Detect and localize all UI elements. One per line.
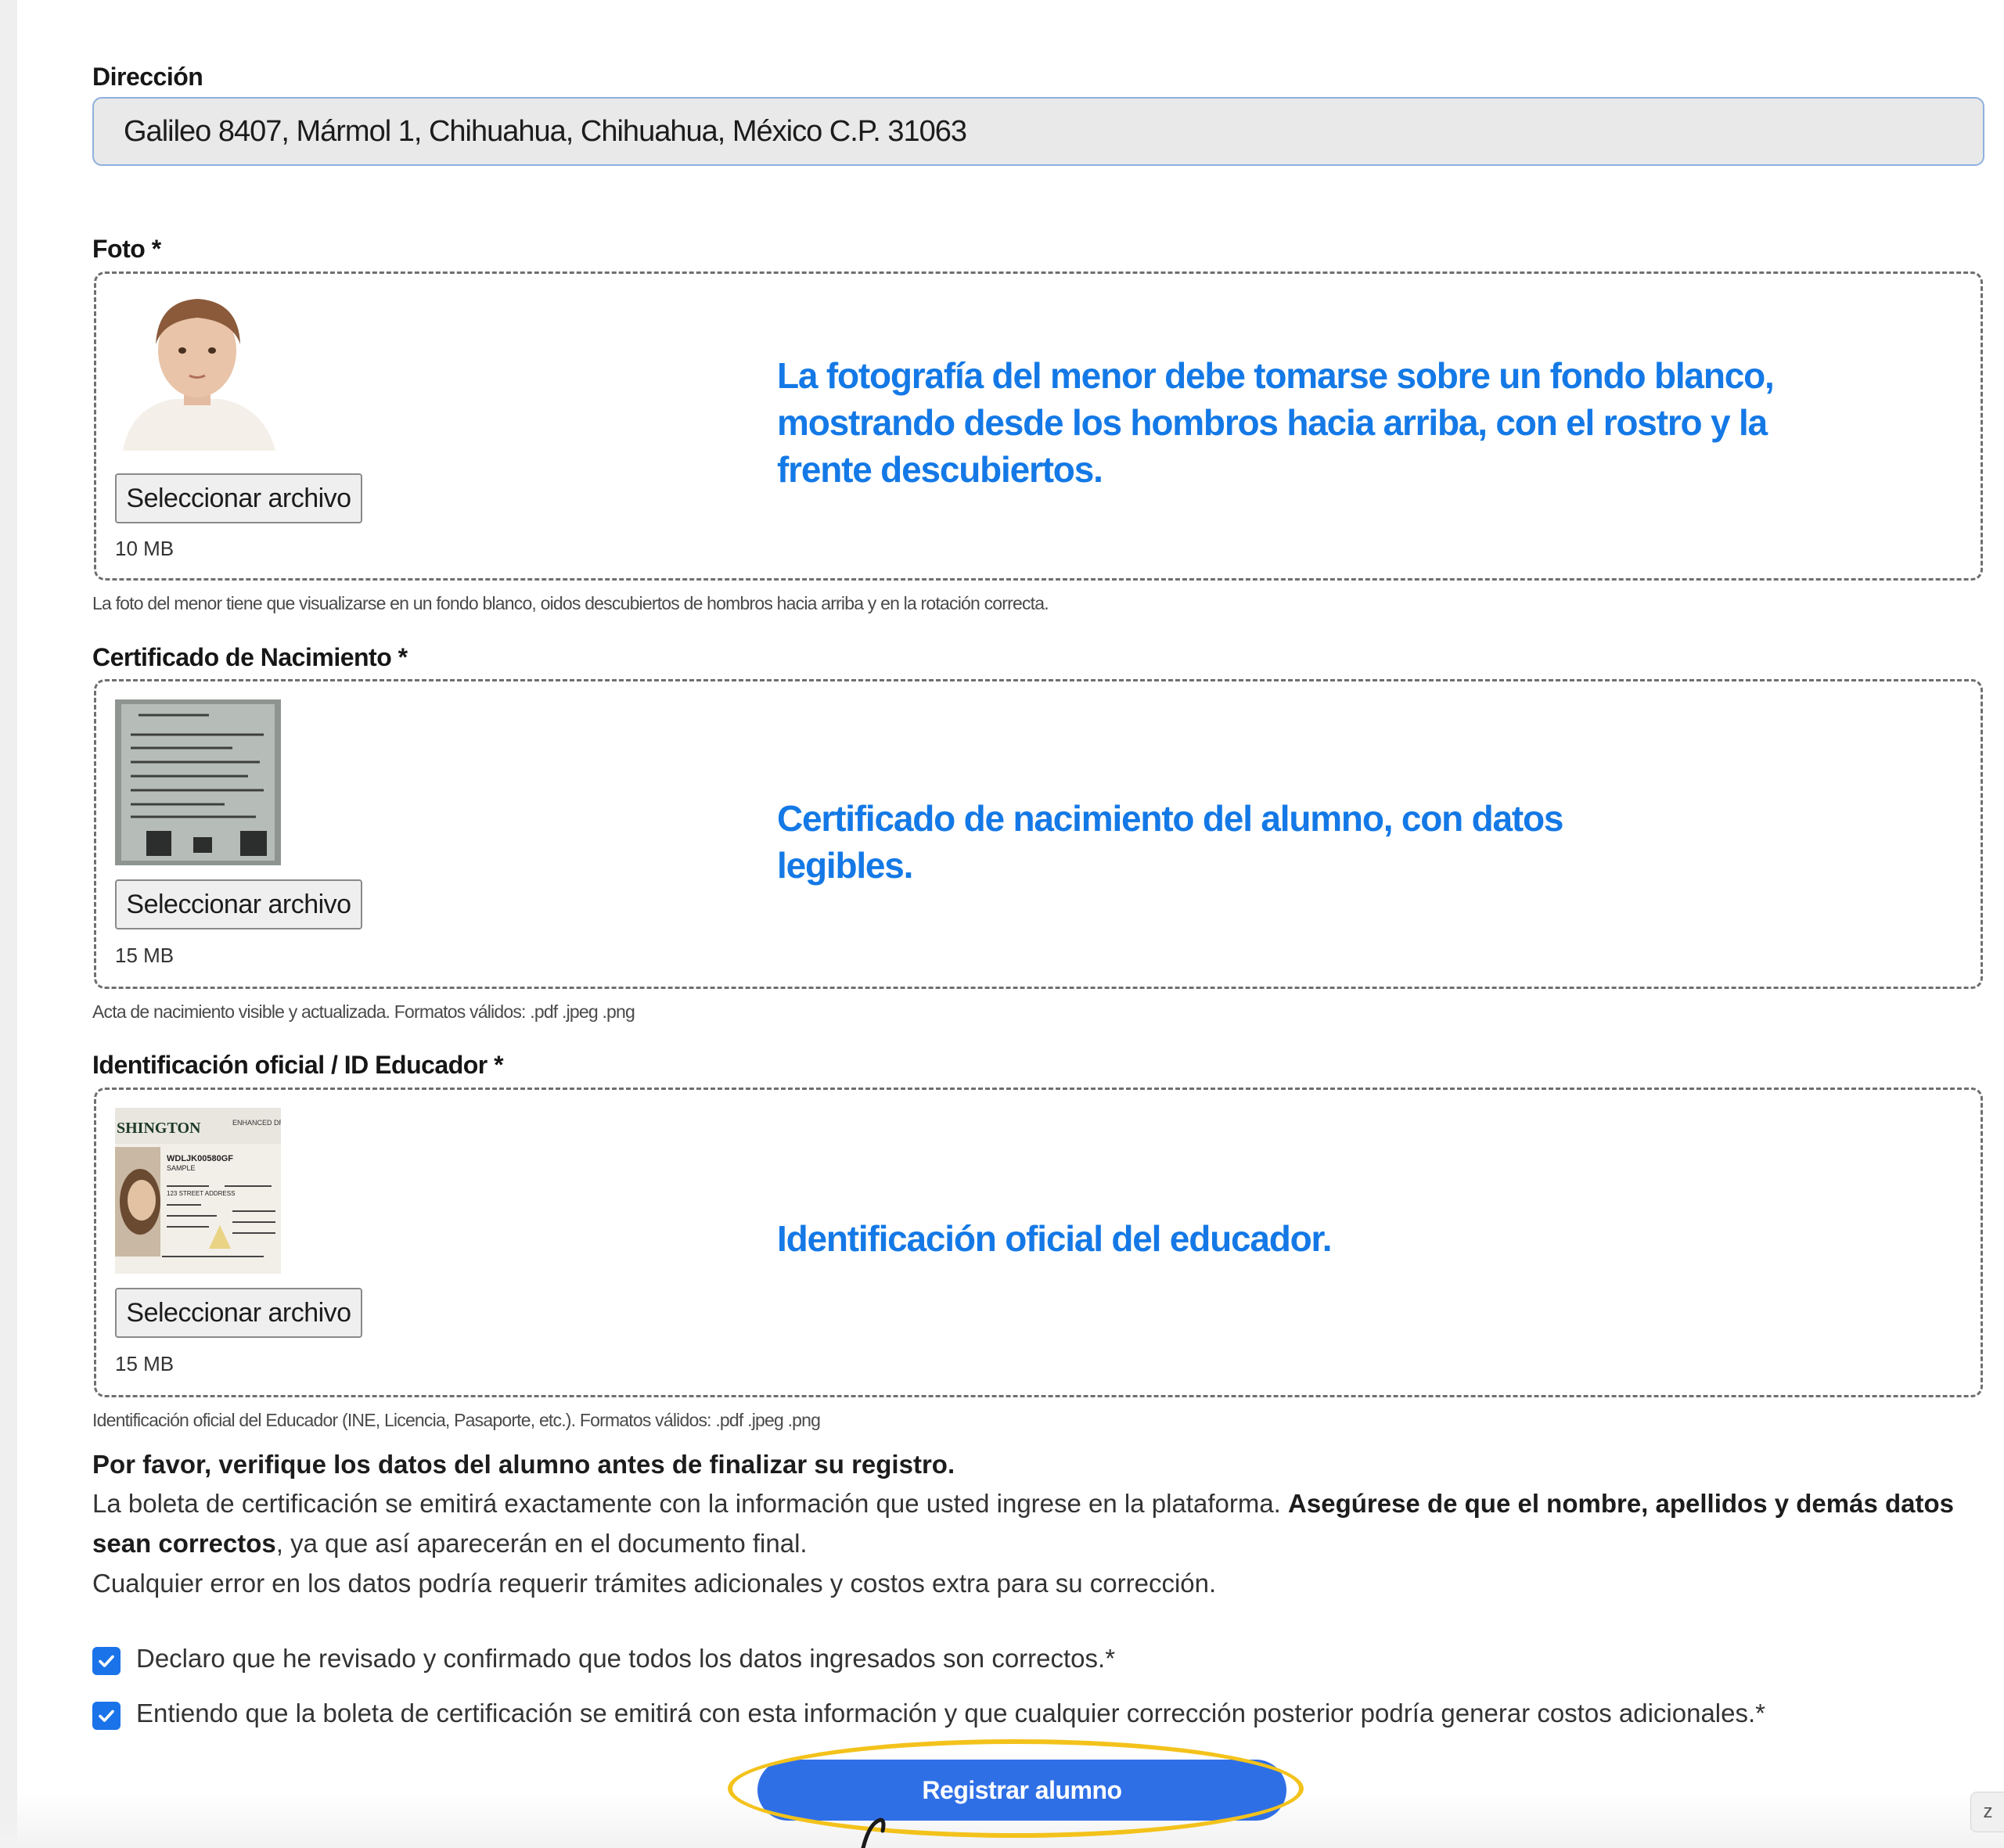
accept-costs-label: Entiendo que la boleta de certificación … (136, 1699, 1765, 1728)
birth-certificate-size-limit: 15 MB (115, 944, 174, 967)
verification-title: Por favor, verifique los datos del alumn… (92, 1450, 955, 1479)
birth-certificate-helper-text: Acta de nacimiento visible y actualizada… (92, 1001, 635, 1022)
id-card-number: WDLJK00580GF (167, 1154, 233, 1163)
checkmark-icon (99, 1655, 114, 1667)
photo-size-limit: 10 MB (115, 537, 174, 560)
verification-text-part-1: La boleta de certificación se emitirá ex… (92, 1489, 1281, 1518)
verification-text: La boleta de certificación se emitirá ex… (92, 1483, 1986, 1603)
photo-label: Foto * (92, 235, 161, 263)
official-id-hint: Identificación oficial del educador. (777, 1218, 1333, 1259)
official-id-select-file-button[interactable]: Seleccionar archivo (115, 1288, 362, 1338)
side-chip[interactable]: z (1970, 1792, 2004, 1832)
birth-certificate-upload-zone[interactable]: Seleccionar archivo 15 MB Certificado de… (94, 679, 1983, 989)
birth-certificate-hint: Certificado de nacimiento del alumno, co… (777, 798, 1564, 886)
official-id-label: Identificación oficial / ID Educador * (92, 1051, 504, 1079)
photo-upload-zone[interactable]: Seleccionar archivo 10 MB La fotografía … (94, 271, 1983, 581)
official-id-size-limit: 15 MB (115, 1352, 174, 1375)
birth-certificate-label: Certificado de Nacimiento * (92, 643, 408, 671)
official-id-upload-zone[interactable]: SHINGTON ENHANCED DRIVER LICEN WDLJK0058… (94, 1088, 1983, 1397)
birth-certificate-thumbnail (115, 699, 281, 865)
official-id-thumbnail: SHINGTON ENHANCED DRIVER LICEN WDLJK0058… (115, 1108, 281, 1274)
confirm-data-checkbox[interactable] (92, 1647, 121, 1675)
id-card-type: ENHANCED DRIVER LICEN (232, 1119, 281, 1127)
checkmark-icon (99, 1710, 114, 1722)
register-student-button[interactable]: Registrar alumno (757, 1760, 1286, 1821)
official-id-helper-text: Identificación oficial del Educador (INE… (92, 1410, 821, 1430)
photo-thumbnail (115, 289, 279, 451)
page-gutter (0, 0, 17, 1848)
photo-helper-text: La foto del menor tiene que visualizarse… (92, 593, 1049, 613)
id-card-name: SAMPLE (167, 1164, 196, 1172)
verification-text-part-3: Cualquier error en los datos podría requ… (92, 1569, 1217, 1598)
photo-select-file-button[interactable]: Seleccionar archivo (115, 473, 362, 523)
id-card-state: SHINGTON (117, 1120, 201, 1137)
highlight-scribble-mark (861, 1817, 886, 1848)
address-input[interactable] (92, 97, 1984, 166)
registration-form: Dirección Foto * Seleccionar archivo 10 … (17, 0, 2004, 1848)
verification-text-part-2: , ya que así aparecerán en el documento … (275, 1529, 808, 1558)
address-label: Dirección (92, 63, 203, 91)
accept-costs-checkbox[interactable] (92, 1702, 121, 1730)
confirm-data-label: Declaro que he revisado y confirmado que… (136, 1644, 1116, 1673)
birth-certificate-select-file-button[interactable]: Seleccionar archivo (115, 879, 362, 929)
id-card-address: 123 STREET ADDRESS (167, 1190, 235, 1197)
photo-hint: La fotografía del menor debe tomarse sob… (777, 355, 1775, 490)
